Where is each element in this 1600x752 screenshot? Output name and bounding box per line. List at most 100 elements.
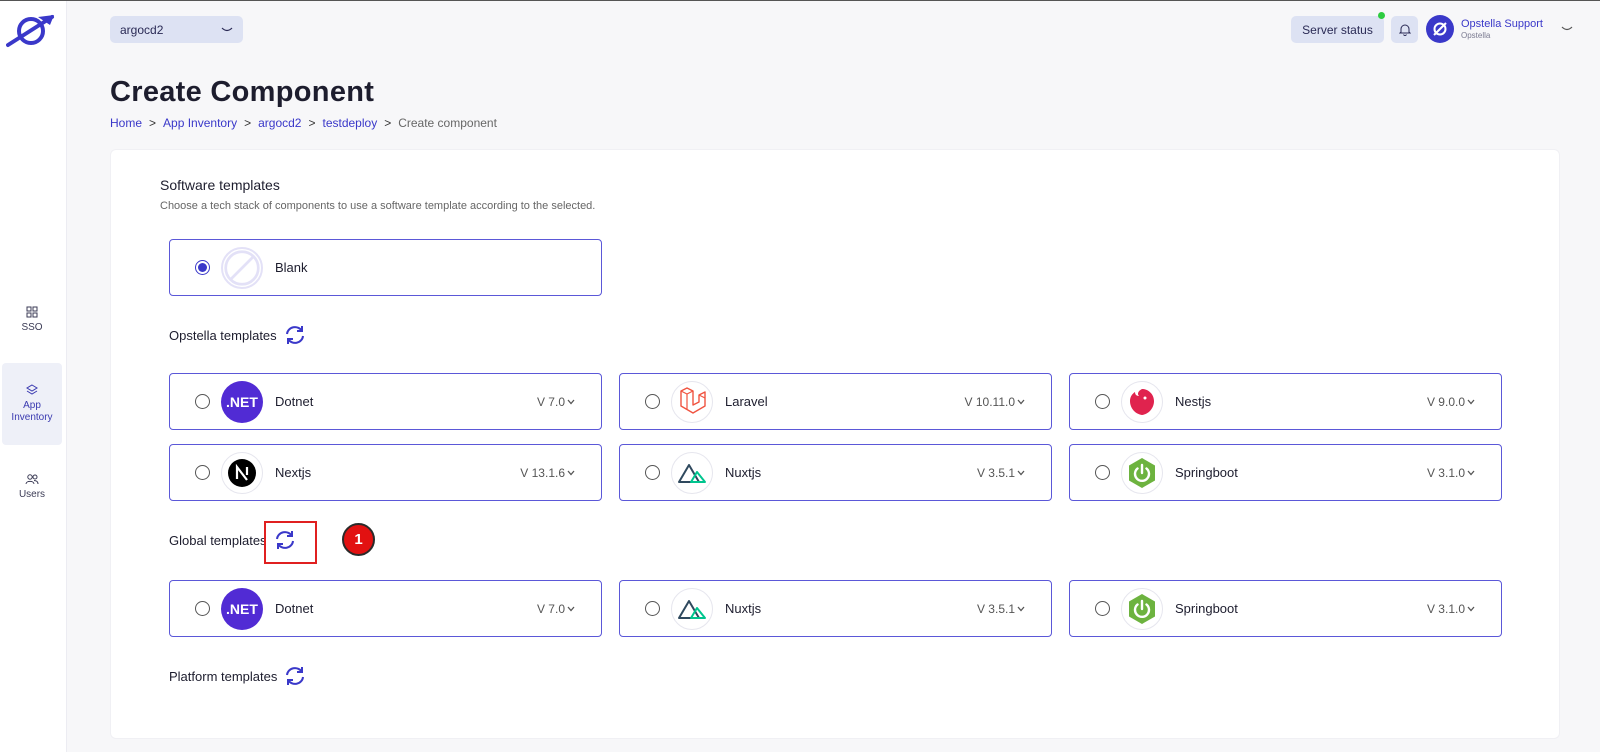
breadcrumb-app-inventory[interactable]: App Inventory (163, 116, 237, 130)
grid-icon (26, 306, 38, 318)
user-name: Opstella Support (1461, 18, 1543, 30)
chevron-down-icon (221, 27, 233, 31)
breadcrumb-separator: > (244, 116, 252, 130)
template-name: Dotnet (275, 601, 314, 616)
radio-button[interactable] (195, 465, 210, 480)
radio-button[interactable] (1095, 465, 1110, 480)
template-name: Nuxtjs (725, 465, 762, 480)
chevron-down-icon (1467, 606, 1475, 611)
template-tile-nextjs[interactable]: Nextjs V 13.1.6 (169, 444, 602, 501)
refresh-icon[interactable] (283, 324, 307, 346)
group-title: Global templates (169, 532, 267, 548)
version-value: V 7.0 (536, 394, 565, 409)
template-name: Blank (275, 260, 308, 275)
sidebar-item-label: SSO (21, 322, 43, 333)
layers-icon (26, 384, 38, 395)
group-title: Platform templates (169, 668, 278, 684)
radio-button[interactable] (645, 465, 660, 480)
version-value: V 3.1.0 (1426, 465, 1465, 480)
version-select[interactable]: V 3.5.1 (977, 466, 1025, 480)
nestjs-logo-icon (1121, 380, 1163, 423)
workspace-select[interactable]: argocd2 (110, 16, 243, 43)
sidebar-item-label: App Inventory (11, 400, 53, 423)
template-tile-laravel[interactable]: Laravel V 10.11.0 (619, 373, 1052, 430)
chevron-down-icon (567, 606, 575, 611)
template-tile-dotnet[interactable]: .NET Dotnet V 7.0 (169, 373, 602, 430)
template-tile-nuxtjs[interactable]: Nuxtjs V 3.5.1 (619, 444, 1052, 501)
springboot-logo-icon (1121, 587, 1163, 630)
notifications-button[interactable] (1391, 16, 1418, 43)
opstella-logo-icon[interactable] (6, 13, 56, 49)
bell-icon (1398, 24, 1411, 36)
radio-button[interactable] (195, 601, 210, 616)
version-select[interactable]: V 9.0.0 (1427, 395, 1475, 409)
chevron-down-icon (1467, 399, 1475, 404)
template-tile-springboot-global[interactable]: Springboot V 3.1.0 (1069, 580, 1502, 637)
version-select[interactable]: V 3.1.0 (1427, 602, 1475, 616)
radio-button[interactable] (195, 394, 210, 409)
version-select[interactable]: V 3.1.0 (1427, 466, 1475, 480)
sidebar-item-app-inventory[interactable]: App Inventory (2, 363, 62, 445)
version-select[interactable]: V 13.1.6 (520, 466, 575, 480)
breadcrumb-workspace[interactable]: argocd2 (258, 116, 301, 130)
chevron-down-icon (1561, 26, 1573, 31)
version-value: V 9.0.0 (1426, 394, 1465, 409)
template-name: Nestjs (1175, 394, 1212, 409)
radio-button[interactable] (1095, 394, 1110, 409)
platform-templates-heading: Platform templates (169, 665, 307, 687)
nuxtjs-logo-icon (671, 451, 713, 494)
blank-icon (221, 246, 263, 289)
radio-button[interactable] (1095, 601, 1110, 616)
template-tile-nestjs[interactable]: Nestjs V 9.0.0 (1069, 373, 1502, 430)
breadcrumb-current: Create component (398, 116, 497, 130)
radio-button[interactable] (645, 601, 660, 616)
template-tile-springboot[interactable]: Springboot V 3.1.0 (1069, 444, 1502, 501)
springboot-logo-icon (1121, 451, 1163, 494)
breadcrumb-home[interactable]: Home (110, 116, 142, 130)
template-name: Nextjs (275, 465, 312, 480)
template-name: Nuxtjs (725, 601, 762, 616)
template-tile-dotnet-global[interactable]: .NET Dotnet V 7.0 (169, 580, 602, 637)
user-org: Opstella (1461, 31, 1491, 40)
template-name: Springboot (1175, 465, 1238, 480)
chevron-down-icon (1017, 399, 1025, 404)
nuxtjs-logo-icon (671, 587, 713, 630)
breadcrumb-app[interactable]: testdeploy (322, 116, 377, 130)
sidebar-item-users[interactable]: Users (2, 473, 62, 513)
breadcrumb: Home > App Inventory > argocd2 > testdep… (110, 116, 497, 130)
annotation-highlight-box (264, 521, 317, 564)
version-select[interactable]: V 7.0 (537, 602, 575, 616)
version-value: V 13.1.6 (520, 465, 565, 480)
sidebar-item-sso[interactable]: SSO (2, 306, 62, 346)
version-select[interactable]: V 3.5.1 (977, 602, 1025, 616)
version-value: V 3.5.1 (976, 465, 1015, 480)
workspace-select-value: argocd2 (120, 22, 164, 37)
group-title: Opstella templates (169, 327, 277, 343)
server-status-button[interactable]: Server status (1291, 16, 1384, 43)
version-select[interactable]: V 10.11.0 (965, 395, 1025, 409)
breadcrumb-separator: > (384, 116, 392, 130)
sidebar: SSO App Inventory Users (0, 1, 67, 752)
version-value: V 7.0 (536, 601, 565, 616)
server-status-indicator (1378, 12, 1385, 19)
radio-button[interactable] (195, 260, 210, 275)
user-menu[interactable]: Opstella Support Opstella (1426, 15, 1573, 43)
template-tile-blank[interactable]: Blank (169, 239, 602, 296)
sidebar-item-label: Users (18, 489, 46, 500)
version-value: V 3.5.1 (976, 601, 1015, 616)
window-top-border (0, 0, 1600, 1)
breadcrumb-separator: > (308, 116, 316, 130)
refresh-icon[interactable] (283, 665, 307, 687)
template-tile-nuxtjs-global[interactable]: Nuxtjs V 3.5.1 (619, 580, 1052, 637)
template-name: Laravel (725, 394, 768, 409)
opstella-templates-heading: Opstella templates (169, 324, 307, 346)
chevron-down-icon (567, 470, 575, 475)
section-description: Choose a tech stack of components to use… (160, 200, 596, 212)
breadcrumb-separator: > (149, 116, 157, 130)
chevron-down-icon (1017, 606, 1025, 611)
version-value: V 10.11.0 (964, 394, 1015, 409)
version-select[interactable]: V 7.0 (537, 395, 575, 409)
chevron-down-icon (1017, 470, 1025, 475)
template-name: Springboot (1175, 601, 1238, 616)
radio-button[interactable] (645, 394, 660, 409)
